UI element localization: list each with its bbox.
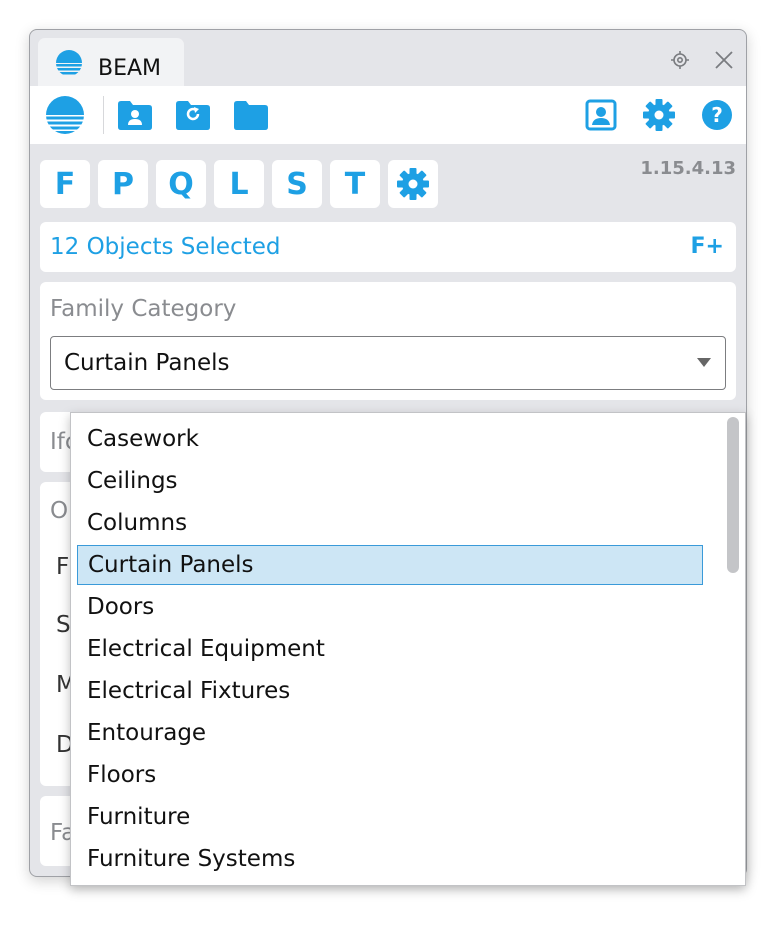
selection-count: 12 Objects Selected (50, 234, 281, 260)
user-folder-icon (118, 101, 152, 130)
gear-icon (643, 99, 675, 131)
options-label: O (50, 498, 69, 524)
letter-button-f[interactable]: F (40, 160, 90, 208)
dropdown-option[interactable]: Electrical Equipment (77, 629, 703, 669)
scrollbar-thumb[interactable] (727, 417, 739, 573)
svg-text:?: ? (711, 103, 723, 127)
letter-settings-button[interactable] (388, 160, 438, 208)
help-icon: ? (702, 100, 732, 130)
refresh-folder-icon (176, 101, 210, 130)
tab-beam[interactable]: BEAM (38, 38, 184, 86)
dropdown-option[interactable]: Casework (77, 419, 703, 459)
family-category-card: Family Category Curtain Panels (40, 282, 736, 400)
option-row-1: F (56, 554, 70, 580)
family-category-dropdown: Casework Ceilings Columns Curtain Panels… (70, 412, 746, 886)
user-card-button[interactable] (582, 96, 620, 134)
tab-title: BEAM (98, 56, 162, 81)
family-category-value: Curtain Panels (64, 350, 230, 376)
letter-button-p[interactable]: P (98, 160, 148, 208)
dropdown-option[interactable]: Ceilings (77, 461, 703, 501)
help-button[interactable]: ? (698, 96, 736, 134)
dropdown-option[interactable]: Furniture Systems (77, 839, 703, 879)
settings-small-icon (671, 51, 689, 69)
option-row-2: S (56, 612, 71, 638)
gear-icon (397, 168, 429, 200)
dropdown-scrollbar[interactable] (721, 413, 745, 885)
dropdown-option[interactable]: Furniture (77, 797, 703, 837)
dropdown-option[interactable]: Columns (77, 503, 703, 543)
family-category-combobox[interactable]: Curtain Panels (50, 336, 726, 390)
family-category-label: Family Category (50, 296, 237, 322)
dropdown-option[interactable]: Doors (77, 587, 703, 627)
close-button[interactable] (711, 47, 737, 73)
user-folder-button[interactable] (116, 96, 154, 134)
user-card-icon (585, 99, 617, 131)
settings-button[interactable] (640, 96, 678, 134)
f-plus-button[interactable]: F+ (691, 234, 724, 259)
version-label: 1.15.4.13 (640, 158, 736, 179)
dropdown-option[interactable]: Floors (77, 755, 703, 795)
beam-logo-icon (46, 96, 84, 134)
refresh-folder-button[interactable] (174, 96, 212, 134)
chevron-down-icon (697, 358, 711, 367)
folder-button[interactable] (232, 96, 270, 134)
pin-button[interactable] (667, 47, 693, 73)
selection-card: 12 Objects Selected F+ (40, 222, 736, 272)
letter-button-t[interactable]: T (330, 160, 380, 208)
toolbar: ? (30, 86, 746, 144)
dropdown-option[interactable]: Electrical Fixtures (77, 671, 703, 711)
folder-icon (234, 101, 268, 130)
letter-button-s[interactable]: S (272, 160, 322, 208)
beam-tab-logo-icon (56, 50, 82, 75)
dropdown-option[interactable]: Entourage (77, 713, 703, 753)
dropdown-option-selected[interactable]: Curtain Panels (77, 545, 703, 585)
close-icon (715, 51, 733, 69)
letter-button-l[interactable]: L (214, 160, 264, 208)
title-bar: BEAM (30, 30, 746, 86)
letter-button-q[interactable]: Q (156, 160, 206, 208)
toolbar-separator (103, 96, 104, 134)
beam-logo-button[interactable] (46, 96, 84, 134)
